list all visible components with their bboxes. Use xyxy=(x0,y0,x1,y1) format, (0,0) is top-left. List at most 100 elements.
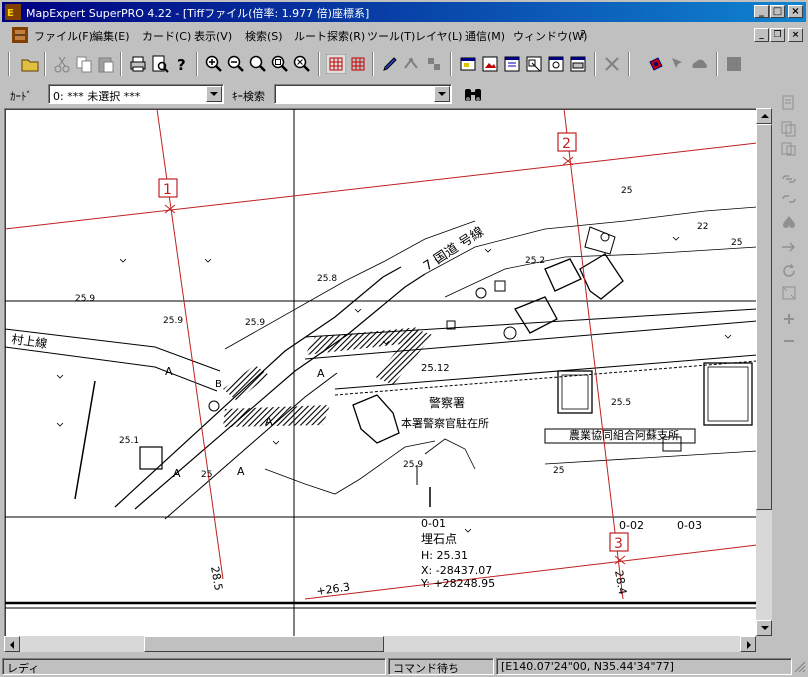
print-preview-icon[interactable] xyxy=(150,54,170,74)
copy-icon[interactable] xyxy=(74,54,94,74)
unlink-icon[interactable] xyxy=(780,190,798,208)
toolbar-grip[interactable] xyxy=(8,52,10,76)
spade-icon[interactable] xyxy=(780,214,798,232)
grid-red-icon[interactable] xyxy=(348,54,368,74)
vertical-scroll-thumb[interactable] xyxy=(756,124,772,510)
toolbar-separator xyxy=(318,52,320,76)
map-drawing[interactable]: 1 2 3 7 国道 号線 村上線 警察署 本署警察官駐在所 農業協同組合阿蘇支… xyxy=(5,109,757,637)
measure-icon[interactable] xyxy=(402,54,422,74)
select-icon[interactable] xyxy=(668,54,688,74)
doc-add-icon[interactable] xyxy=(780,94,798,112)
key-search-input[interactable] xyxy=(274,84,452,104)
zoom-fit-icon[interactable] xyxy=(248,54,268,74)
hatched-area xyxy=(223,405,330,427)
key-search-dropdown-button[interactable] xyxy=(434,86,450,102)
help-icon[interactable]: ? xyxy=(172,54,192,74)
building xyxy=(514,296,558,334)
arrow-line-icon[interactable] xyxy=(780,238,798,256)
minus-icon[interactable] xyxy=(780,332,798,350)
doc-copy-icon[interactable] xyxy=(780,120,798,138)
layer-icon[interactable] xyxy=(502,54,522,74)
app-icon[interactable]: E xyxy=(5,4,21,20)
coordinate-readout: [E140.07'24"00, N35.44'34"77] xyxy=(501,660,674,673)
stamp-icon[interactable] xyxy=(424,54,444,74)
zoom-out-icon[interactable] xyxy=(226,54,246,74)
grid-label-0-02: 0-02 xyxy=(619,519,644,532)
scroll-left-button[interactable] xyxy=(4,636,20,652)
menu-route[interactable]: ルート探索(R) xyxy=(294,28,365,44)
rotate-icon[interactable] xyxy=(780,262,798,280)
elevation-label: 25 xyxy=(201,470,212,480)
scroll-corner xyxy=(756,636,772,652)
minimize-button[interactable]: _ xyxy=(754,5,769,18)
menu-layer[interactable]: レイヤ(L) xyxy=(415,28,462,44)
menu-tools[interactable]: ツール(T) xyxy=(367,28,415,44)
link-icon[interactable] xyxy=(780,170,798,188)
menu-file[interactable]: ファイル(F) xyxy=(34,28,93,44)
command-status: コマンド待ち xyxy=(393,662,459,675)
area-letter: A xyxy=(265,415,273,428)
menu-bar: ファイル(F) 編集(E) カード(C) 表示(V) 検索(S) ルート探索(R… xyxy=(2,24,806,46)
print-icon[interactable] xyxy=(128,54,148,74)
building xyxy=(703,362,753,426)
elevation-label: 25 xyxy=(553,466,564,476)
map-icon[interactable] xyxy=(524,54,544,74)
window-icon[interactable] xyxy=(458,54,478,74)
grid-icon[interactable] xyxy=(326,54,346,74)
mdi-minimize-button[interactable]: _ xyxy=(754,28,769,42)
toolbar-separator xyxy=(120,52,122,76)
vertical-scrollbar[interactable] xyxy=(756,108,772,636)
marker-3[interactable]: 3 xyxy=(609,532,629,565)
vertical-label-1: 28.5 xyxy=(208,565,225,591)
paste-icon[interactable] xyxy=(96,54,116,74)
zoom-window-icon[interactable] xyxy=(270,54,290,74)
horizontal-scroll-thumb[interactable] xyxy=(144,636,384,652)
scroll-down-button[interactable] xyxy=(756,620,772,636)
plus-icon[interactable] xyxy=(780,310,798,328)
scroll-up-button[interactable] xyxy=(756,108,772,124)
card-dropdown-button[interactable] xyxy=(206,86,222,102)
search-bar: ｶｰﾄﾞ 0: *** 未選択 *** ｷｰ検索 xyxy=(0,82,808,108)
mdi-restore-button[interactable]: ❐ xyxy=(770,28,785,42)
resize-icon[interactable] xyxy=(780,284,798,302)
menu-view[interactable]: 表示(V) xyxy=(194,28,232,44)
menu-card[interactable]: カード(C) xyxy=(142,28,191,44)
binoculars-icon[interactable] xyxy=(462,85,484,105)
image-icon[interactable] xyxy=(480,54,500,74)
marker-icon[interactable] xyxy=(646,54,666,74)
building xyxy=(494,280,506,292)
menu-edit[interactable]: 編集(E) xyxy=(92,28,130,44)
marker-2[interactable]: 2 xyxy=(557,132,577,166)
open-folder-icon[interactable] xyxy=(20,54,40,74)
scroll-right-button[interactable] xyxy=(740,636,756,652)
zoom-cancel-icon[interactable] xyxy=(292,54,312,74)
zoom-in-icon[interactable] xyxy=(204,54,224,74)
document-icon[interactable] xyxy=(12,27,28,43)
benchmark-x: X: -28437.07 xyxy=(421,564,492,577)
stop-icon[interactable] xyxy=(724,54,744,74)
print2-icon[interactable] xyxy=(568,54,588,74)
status-pane-state: レディ xyxy=(2,658,386,675)
side-toolbar xyxy=(774,88,804,358)
cut-icon[interactable] xyxy=(52,54,72,74)
menu-window[interactable]: ウィンドウ(W) xyxy=(513,28,587,44)
elevation-label: 25.2 xyxy=(525,256,545,266)
menu-search[interactable]: 検索(S) xyxy=(245,28,283,44)
mdi-close-button[interactable]: × xyxy=(788,28,803,42)
maximize-button[interactable]: □ xyxy=(770,5,785,18)
resize-grip-icon[interactable] xyxy=(794,661,806,673)
menu-help[interactable]: ? xyxy=(580,28,586,41)
camera-icon[interactable] xyxy=(546,54,566,74)
card-select[interactable]: 0: *** 未選択 *** xyxy=(48,84,224,104)
marker-2-label: 2 xyxy=(562,136,571,152)
title-bar[interactable]: E MapExpert SuperPRO 4.22 - [Tiffファイル(倍率… xyxy=(2,2,806,22)
pen-icon[interactable] xyxy=(380,54,400,74)
horizontal-scrollbar[interactable] xyxy=(4,636,756,652)
marker-1[interactable]: 1 xyxy=(158,178,178,214)
doc-move-icon[interactable] xyxy=(780,140,798,158)
cloud-icon[interactable] xyxy=(690,54,710,74)
close-button[interactable]: × xyxy=(788,5,803,18)
menu-comm[interactable]: 通信(M) xyxy=(465,28,505,44)
delete-icon[interactable] xyxy=(602,54,622,74)
map-canvas[interactable]: 1 2 3 7 国道 号線 村上線 警察署 本署警察官駐在所 農業協同組合阿蘇支… xyxy=(4,108,758,638)
